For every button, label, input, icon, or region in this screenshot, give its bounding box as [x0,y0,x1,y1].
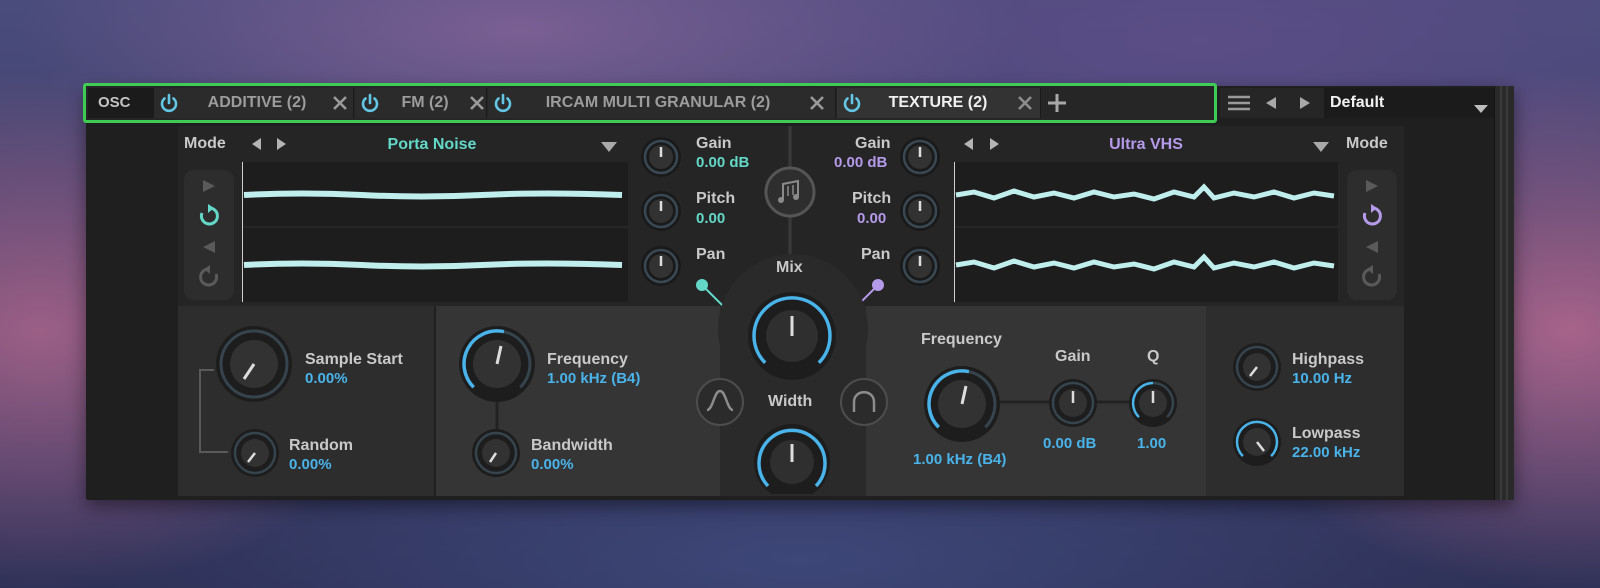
right-waveform[interactable] [953,162,1338,302]
right-preset-name[interactable]: Ultra VHS [1010,136,1282,154]
eq-q-label: Q [1147,348,1160,365]
lowpass-label: Lowpass [1292,425,1361,442]
highpass-knob[interactable] [1232,342,1282,397]
eq-q-knob[interactable] [1128,378,1178,433]
lowpass-knob[interactable] [1232,417,1282,472]
highpass-label: Highpass [1292,351,1365,368]
play-icon[interactable] [1365,179,1379,198]
reset-icon[interactable] [1359,264,1385,295]
right-pan-label: Pan [861,246,891,263]
loop-icon[interactable] [1359,203,1385,234]
triangle-left-icon[interactable] [963,137,974,156]
dropdown-icon[interactable] [1313,139,1329,157]
tab-bar-highlight [83,83,1217,123]
right-gain-value: 0.00 dB [834,154,888,171]
lowpass-value: 22.00 kHz [1292,444,1361,461]
highpass-value: 10.00 Hz [1292,370,1353,387]
right-pitch-value: 0.00 [857,210,887,227]
right-gain-label: Gain [855,135,891,152]
reverse-icon[interactable] [1365,240,1379,259]
eq-gain-knob[interactable] [1048,378,1098,433]
right-pitch-knob[interactable] [898,189,942,238]
eq-gain-value: 0.00 dB [1043,435,1097,452]
eq-frequency-value: 1.00 kHz (B4) [913,451,1007,468]
eq-frequency-knob[interactable] [922,364,1002,449]
triangle-right-icon[interactable] [989,137,1000,156]
eq-q-value: 1.00 [1137,435,1167,452]
right-mode-label: Mode [1346,135,1388,152]
right-pan-knob[interactable] [898,244,942,293]
right-pitch-label: Pitch [852,190,892,207]
eq-gain-label: Gain [1055,348,1091,365]
right-gain-knob[interactable] [898,135,942,184]
